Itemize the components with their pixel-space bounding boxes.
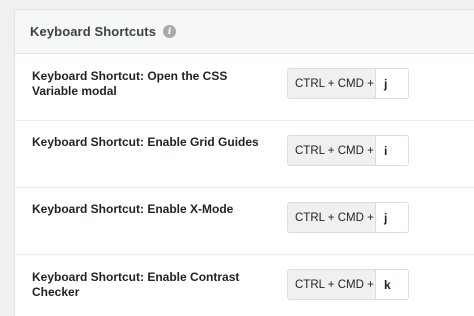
shortcut-label: Keyboard Shortcut: Open the CSS Variable…: [32, 69, 228, 98]
shortcut-label: Keyboard Shortcut: Enable X-Mode: [32, 202, 234, 216]
shortcut-label: Keyboard Shortcut: Enable Contrast Check…: [32, 270, 240, 299]
panel-header: Keyboard Shortcuts i: [15, 10, 474, 54]
shortcut-field: CTRL + CMD + i: [287, 135, 409, 166]
shortcut-row-x-mode: Keyboard Shortcut: Enable X-Mode CTRL + …: [15, 188, 474, 255]
info-icon[interactable]: i: [163, 25, 177, 38]
shortcut-prefix: CTRL + CMD +: [288, 69, 376, 98]
keyboard-shortcuts-panel: Keyboard Shortcuts i Keyboard Shortcut: …: [14, 9, 474, 316]
shortcut-field: CTRL + CMD + j: [287, 202, 409, 233]
shortcut-row-grid-guides: Keyboard Shortcut: Enable Grid Guides CT…: [15, 121, 474, 188]
shortcut-field: CTRL + CMD + k: [287, 269, 409, 300]
shortcut-label: Keyboard Shortcut: Enable Grid Guides: [32, 135, 259, 149]
shortcut-prefix: CTRL + CMD +: [288, 136, 376, 165]
shortcut-key-input[interactable]: k: [376, 270, 408, 299]
panel-title: Keyboard Shortcuts: [30, 24, 157, 39]
shortcut-row-css-variable: Keyboard Shortcut: Open the CSS Variable…: [15, 54, 474, 121]
shortcut-field: CTRL + CMD + j: [287, 68, 409, 99]
shortcut-prefix: CTRL + CMD +: [288, 270, 376, 299]
shortcut-key-input[interactable]: j: [376, 69, 408, 98]
shortcut-prefix: CTRL + CMD +: [288, 203, 376, 232]
shortcut-row-contrast-checker: Keyboard Shortcut: Enable Contrast Check…: [15, 255, 474, 316]
shortcut-key-input[interactable]: j: [376, 203, 408, 232]
shortcut-key-input[interactable]: i: [376, 136, 408, 165]
